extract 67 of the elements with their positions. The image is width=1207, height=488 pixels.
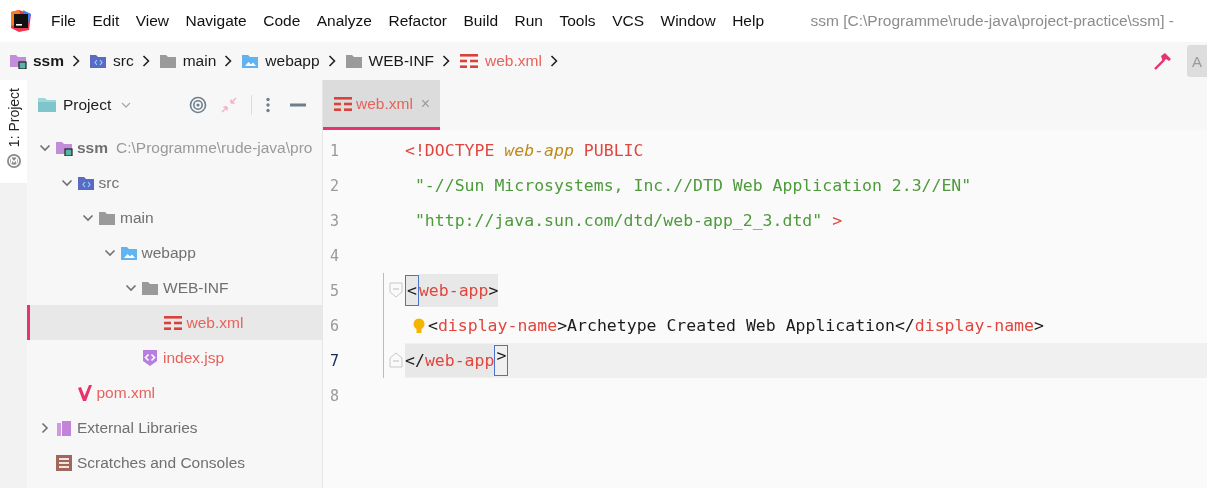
web-folder-icon — [119, 244, 138, 261]
code-line: <display-name>Archetype Created Web Application</display-name> — [428, 316, 1044, 335]
source-folder-icon — [76, 174, 95, 191]
breadcrumb-item[interactable]: src — [89, 52, 134, 70]
menu-item[interactable]: Code — [257, 12, 307, 30]
menu-item[interactable]: VCS — [606, 12, 650, 30]
tree-item[interactable]: ssm C:\Programme\rude-java\pro — [27, 130, 322, 165]
jsp-file-icon — [141, 348, 159, 367]
xml-file-icon — [162, 314, 183, 331]
library-icon — [55, 418, 73, 437]
breadcrumb-item[interactable]: webapp — [241, 52, 320, 70]
tree-item[interactable]: WEB-INF — [27, 270, 322, 305]
menu-item[interactable]: Tools — [553, 12, 602, 30]
xml-file-icon — [333, 95, 353, 112]
code-line: "-//Sun Microsystems, Inc.//DTD Web Application 2.3//EN" — [413, 176, 972, 195]
breadcrumb-item[interactable]: ssm — [9, 52, 65, 70]
code-line: <!DOCTYPE web-app PUBLIC — [405, 141, 644, 160]
project-view-dropdown[interactable]: Project — [37, 96, 132, 114]
fold-marker-icon[interactable] — [389, 352, 403, 368]
menu-item[interactable]: Analyze — [310, 12, 378, 30]
chevron-icon — [72, 55, 81, 67]
menu-item[interactable]: Edit — [86, 12, 126, 30]
fold-marker-icon[interactable] — [389, 282, 403, 298]
folder-icon — [98, 209, 116, 226]
minimize-icon[interactable] — [290, 103, 307, 107]
tree-item[interactable]: webapp — [27, 235, 322, 270]
chevron-icon — [327, 55, 336, 67]
folder-icon — [344, 53, 363, 69]
code-line: "http://java.sun.com/dtd/web-app_2_3.dtd" > — [413, 211, 843, 230]
folder-icon — [9, 53, 27, 69]
tree-item[interactable]: Scratches and Consoles — [27, 445, 322, 480]
code-line: </web-app> — [405, 344, 509, 377]
hammer-icon[interactable] — [1153, 51, 1173, 71]
chevron-icon — [141, 55, 150, 67]
app-logo-icon — [11, 10, 31, 32]
code-line: <web-app> — [405, 274, 499, 307]
folder-icon — [55, 139, 73, 156]
target-icon[interactable] — [189, 96, 208, 114]
tree-item[interactable]: External Libraries — [27, 410, 322, 445]
tree-item[interactable]: main — [27, 200, 322, 235]
chevron-icon — [224, 55, 233, 67]
line-number: 7 — [323, 343, 375, 378]
menu-item[interactable]: View — [129, 12, 176, 30]
folder-icon — [37, 97, 57, 113]
folder-icon — [158, 53, 177, 69]
menu-item[interactable]: Run — [508, 12, 549, 30]
xml-file-icon — [459, 53, 480, 69]
menu-item[interactable]: Window — [654, 12, 722, 30]
console-icon — [55, 453, 73, 472]
tree-item[interactable]: src — [27, 165, 322, 200]
chevron-icon — [549, 55, 558, 67]
menu-item[interactable]: Build — [457, 12, 504, 30]
menu-item[interactable]: Help — [726, 12, 771, 30]
caret-icon — [121, 101, 132, 109]
maven-tool-icon[interactable] — [5, 153, 22, 170]
menu-item[interactable]: Navigate — [179, 12, 253, 30]
breadcrumb-item[interactable]: WEB-INF — [344, 52, 435, 70]
more-icon[interactable] — [266, 97, 271, 113]
web-folder-icon — [241, 53, 260, 69]
maven-icon — [76, 383, 93, 402]
chevron-icon — [442, 55, 451, 67]
menu-item[interactable]: File — [45, 12, 82, 30]
source-folder-icon — [89, 53, 108, 69]
folder-icon — [141, 279, 159, 296]
window-title: ssm [C:\Programme\rude-java\project-practice\ssm] - — [810, 12, 1174, 30]
menu-item[interactable]: Refactor — [382, 12, 454, 30]
breadcrumb-item[interactable]: main — [158, 52, 217, 70]
